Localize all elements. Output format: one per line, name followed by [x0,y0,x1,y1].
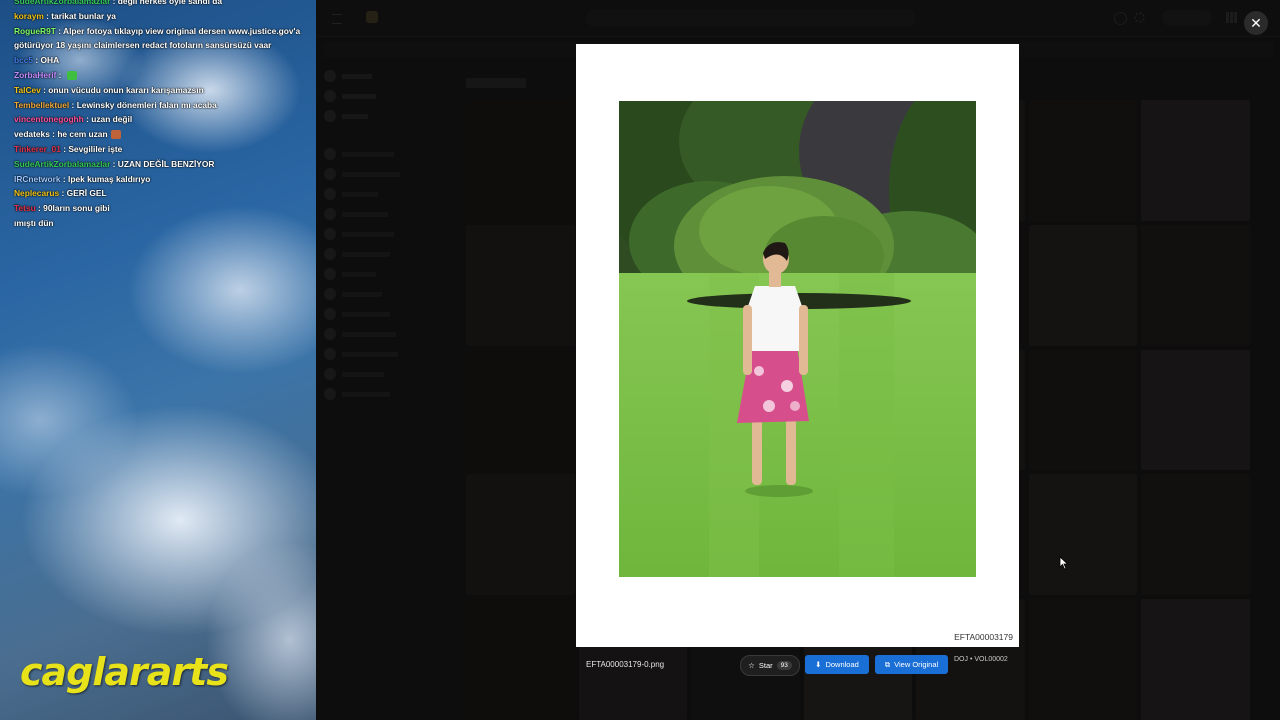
close-icon: ✕ [1250,15,1262,31]
chat-text: OHA [40,55,60,66]
chat-username: SudeArtikZorbalamazlar [14,0,111,6]
star-button[interactable]: ☆ Star 93 [740,655,800,676]
stream-overlay: SudeArtikZorbalamazlar : değil herkes öy… [0,0,316,720]
star-icon: ☆ [748,661,755,670]
chat-message: vedateks : he cem uzan [14,127,310,142]
file-name: EFTA00003179-0.png [586,660,665,669]
chat-username: vedateks [14,129,50,140]
chat-message: SudeArtikZorbalamazlar : değil herkes öy… [14,0,310,9]
chat-message: ımıştı dün [14,216,310,231]
chat-username: Tembellektuel [14,99,70,110]
chat-username: RogueR9T [14,25,56,36]
chat-message: koraym : tarikat bunlar ya [14,10,116,21]
emote-icon [66,71,77,81]
photo-image [619,101,976,577]
chat-message: bcc5 : OHA [14,55,60,66]
chat-text: GERİ GEL [66,188,107,199]
source-label: DOJ • VOL00002 [954,656,1008,663]
chat-username: ZorbaHerif [14,69,57,80]
viewer-footer: EFTA00003179-0.png ☆ Star 93 ⬇ Download … [576,652,1019,678]
chat-message: RogueR9T : Alper fotoya tıklayıp view or… [14,25,301,51]
chat-message: IRCnetwork : Ipek kumaş kaldırıyo [14,173,151,184]
chat-message: vincentonegoghh : uzan değil [14,114,133,125]
chat-username: bcc5 [14,55,34,66]
chat-text: uzan değil [91,114,133,125]
chat-username: IRCnetwork [14,173,61,184]
chat-text: Ipek kumaş kaldırıyo [68,173,151,184]
star-count: 93 [776,661,792,670]
chat-message: Tetsu : 90ların sonu gibi [14,203,110,214]
chat-text: Sevgililer işte [68,143,123,154]
channel-logo: caglararts [20,650,229,694]
photo-preview[interactable] [619,101,976,577]
image-viewer: EFTA00003179 [576,44,1019,647]
chat-text: Alper fotoya tıklayıp view original ders… [14,25,301,51]
chat-username: vincentonegoghh [14,114,84,125]
chat-username: TalCev [14,84,41,95]
chat-text: ımıştı dün [14,217,54,228]
view-original-label: View Original [894,660,939,669]
download-icon: ⬇ [815,660,822,669]
emote-icon [110,130,121,140]
download-button[interactable]: ⬇ Download [805,655,869,674]
chat-username: Tinkerer_01 [14,143,61,154]
chat-message: ZorbaHerif : [14,68,310,83]
chat-message: Tinkerer_01 : Sevgililer işte [14,143,123,154]
chat-username: Neplecarus [14,188,60,199]
chat-panel: SudeArtikZorbalamazlar : değil herkes öy… [14,0,310,231]
mouse-cursor-icon [1059,556,1069,570]
chat-text: he cem uzan [57,129,108,140]
chat-message: Neplecarus : GERİ GEL [14,188,107,199]
chat-text: tarikat bunlar ya [51,10,116,21]
chat-text: değil herkes öyle sandı da [117,0,223,6]
chat-username: koraym [14,10,44,21]
document-id: EFTA00003179 [954,632,1013,642]
close-button[interactable]: ✕ [1244,11,1268,35]
chat-text: Lewinsky dönemleri falan mı acaba [76,99,217,110]
external-link-icon: ⧉ [884,659,891,669]
chat-text: 90ların sonu gibi [43,203,110,214]
star-label: Star [758,661,773,670]
chat-username: Tetsu [14,203,36,214]
chat-text: UZAN DEĞİL BENZİYOR [117,158,215,169]
view-original-button[interactable]: ⧉ View Original [875,655,948,674]
chat-message: SudeArtikZorbalamazlar : UZAN DEĞİL BENZ… [14,158,215,169]
chat-message: TalCev : onun vücudu onun kararı karışam… [14,84,204,95]
chat-message: Tembellektuel : Lewinsky dönemleri falan… [14,99,217,110]
chat-username: SudeArtikZorbalamazlar [14,158,111,169]
download-label: Download [825,660,859,669]
chat-text: onun vücudu onun kararı karışamazsın [48,84,204,95]
